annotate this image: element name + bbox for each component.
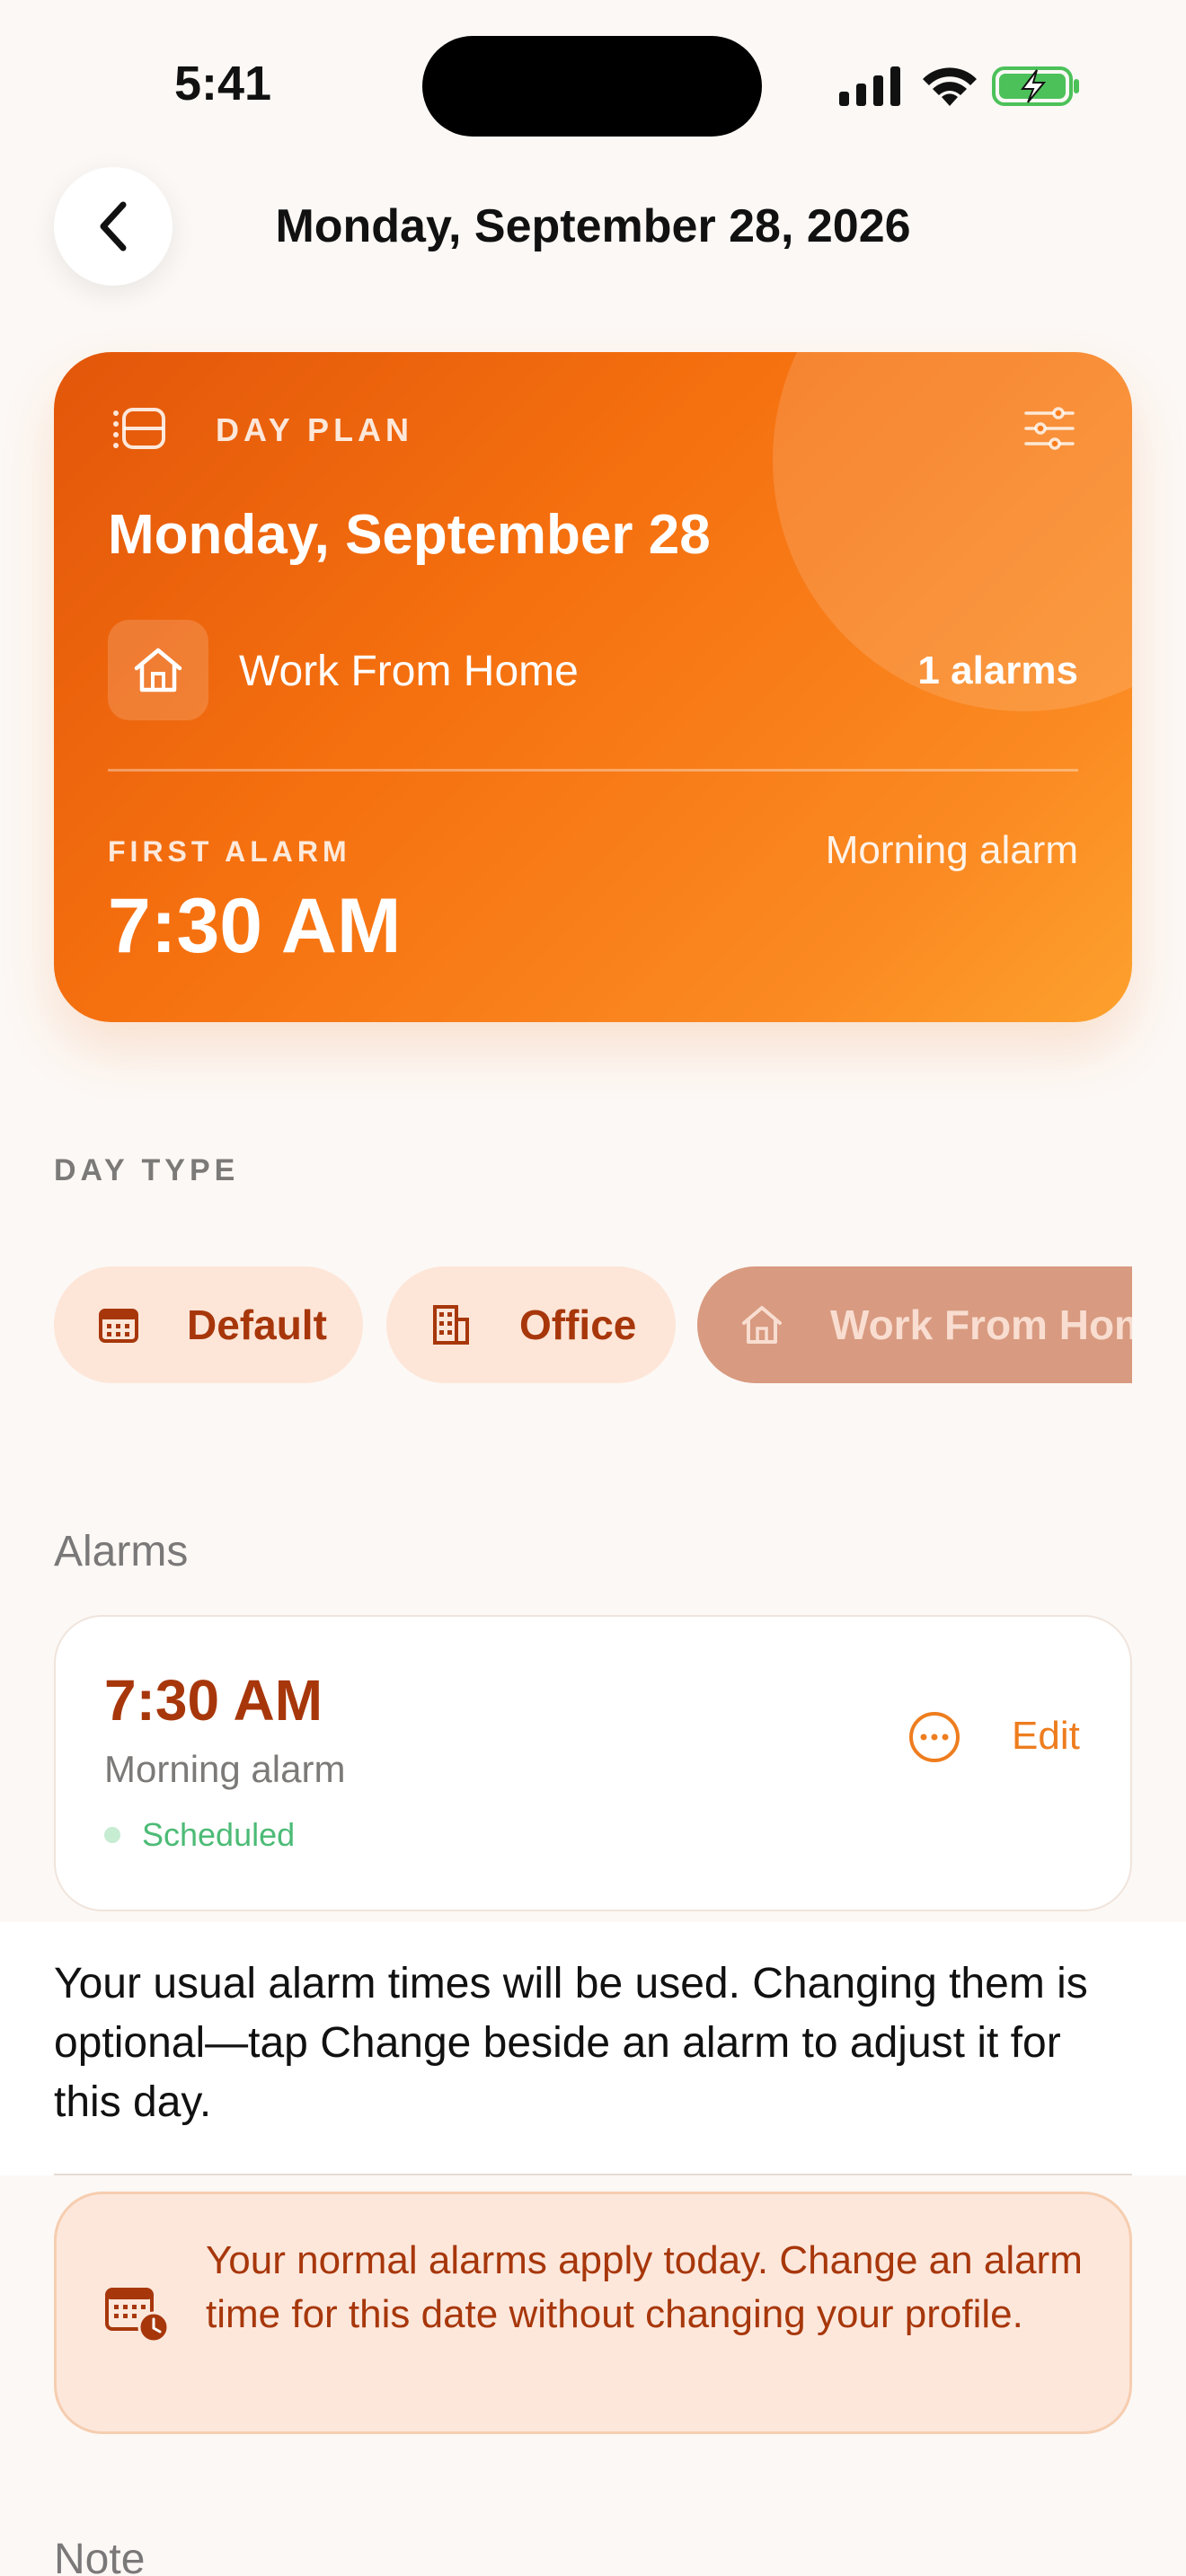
page-title: Monday, September 28, 2026: [275, 200, 911, 252]
info-text: Your usual alarm times will be used. Cha…: [54, 1960, 1088, 2126]
sliders-icon[interactable]: [1024, 406, 1075, 451]
day-plan-day-type: Work From Home: [239, 648, 579, 695]
divider: [108, 769, 1078, 772]
battery-charging-icon: [992, 66, 1079, 106]
home-icon: [742, 1306, 782, 1344]
alarm-status-badge: Scheduled: [104, 1816, 295, 1854]
day-plan-icon: [113, 408, 165, 449]
more-options-icon[interactable]: [907, 1710, 961, 1764]
first-alarm-name: Morning alarm: [825, 828, 1078, 872]
signal-icon: [839, 66, 900, 106]
alarm-status-label: Scheduled: [142, 1816, 296, 1853]
divider: [54, 2174, 1132, 2175]
day-plan-alarm-count: 1 alarms: [917, 648, 1078, 693]
day-type-chip-label: Default: [187, 1301, 327, 1348]
day-type-chip-office[interactable]: Office: [386, 1266, 676, 1383]
calendar-clock-icon: [105, 2288, 170, 2343]
edit-alarm-button[interactable]: Edit: [1012, 1714, 1080, 1759]
alarms-section-title: Alarms: [54, 1528, 189, 1575]
building-icon: [433, 1305, 469, 1345]
day-plan-card[interactable]: DAY PLAN Monday, September 28 Work From …: [54, 352, 1132, 1022]
notice-text: Your normal alarms apply today. Change a…: [206, 2238, 1083, 2336]
day-type-badge: [108, 620, 208, 720]
info-panel: Your usual alarm times will be used. Cha…: [0, 1922, 1186, 2175]
day-plan-label: DAY PLAN: [216, 411, 414, 448]
home-icon: [134, 648, 182, 693]
calendar-icon: [99, 1309, 138, 1343]
day-type-section-label: DAY TYPE: [54, 1153, 240, 1187]
status-time: 5:41: [174, 57, 272, 110]
alarm-card[interactable]: 7:30 AM Morning alarm Scheduled Edit: [54, 1615, 1132, 1911]
day-type-selector: Default Office Work From Home: [54, 1266, 1132, 1383]
alarm-name: Morning alarm: [104, 1748, 346, 1790]
day-type-chip-work-from-home[interactable]: Work From Home: [697, 1266, 1132, 1383]
dynamic-island: [422, 36, 762, 137]
day-type-chip-label: Office: [519, 1301, 637, 1348]
day-type-chip-default[interactable]: Default: [54, 1266, 363, 1383]
first-alarm-label: FIRST ALARM: [108, 835, 351, 868]
day-plan-date: Monday, September 28: [108, 504, 711, 566]
status-dot: [104, 1827, 120, 1843]
profile-notice-banner: Your normal alarms apply today. Change a…: [54, 2192, 1132, 2434]
alarm-time: 7:30 AM: [104, 1668, 323, 1733]
day-type-chip-label: Work From Home: [830, 1301, 1132, 1348]
wifi-icon: [923, 67, 977, 106]
note-section-label: Note: [54, 2536, 146, 2576]
first-alarm-time: 7:30 AM: [108, 883, 402, 969]
